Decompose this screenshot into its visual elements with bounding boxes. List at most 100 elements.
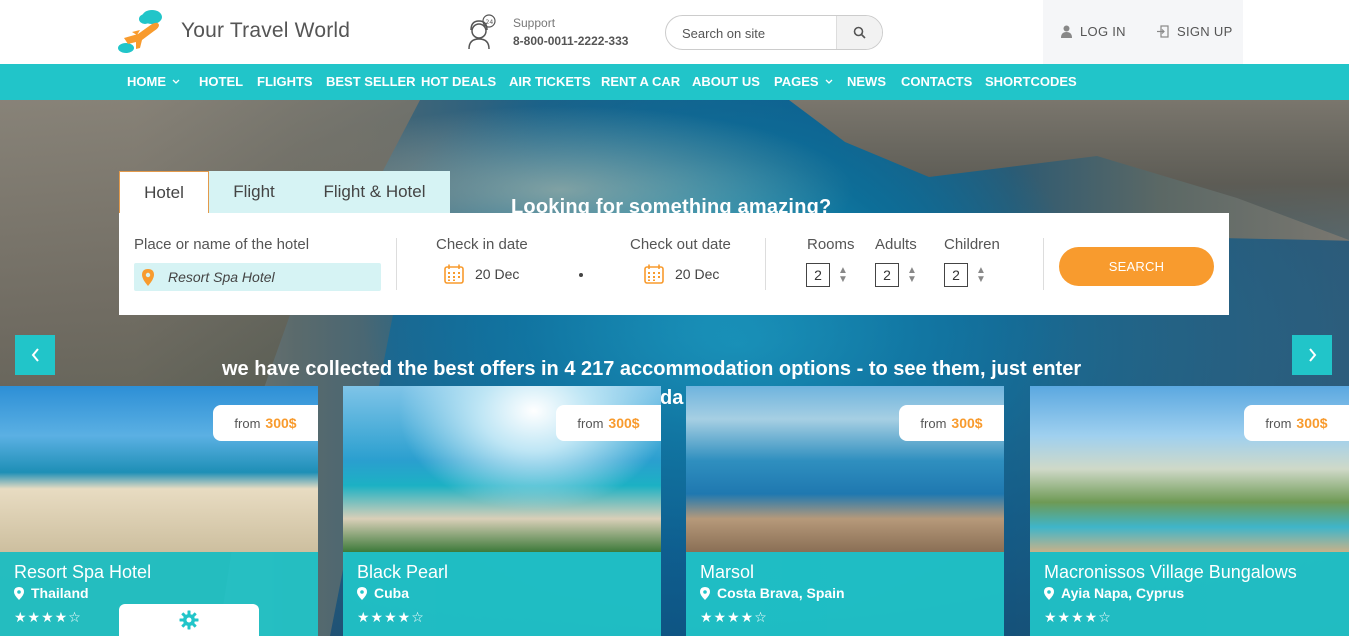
support-phone[interactable]: 8-800-0011-2222-333	[513, 34, 628, 48]
children-value[interactable]: 2	[944, 263, 968, 287]
chevron-right-icon	[1308, 348, 1316, 362]
tab-hotel[interactable]: Hotel	[119, 171, 209, 213]
decrement-arrow-icon[interactable]: ▼	[838, 275, 848, 285]
separator-dot	[579, 273, 583, 277]
rooms-label: Rooms	[807, 236, 855, 253]
sign-in-icon	[1157, 25, 1169, 38]
location-text: Ayia Napa, Cyprus	[1061, 585, 1185, 601]
calendar-icon	[644, 264, 664, 284]
slider-prev-button[interactable]	[15, 335, 55, 375]
nav-item-news[interactable]: NEWS	[847, 74, 886, 89]
star-rating: ★★★★☆	[1044, 609, 1112, 625]
site-search	[665, 15, 883, 50]
chevron-down-icon	[825, 79, 833, 84]
hotel-info: Macronissos Village Bungalows Ayia Napa,…	[1030, 552, 1349, 636]
price-value: 300$	[951, 415, 983, 431]
signup-link[interactable]: SIGN UP	[1157, 24, 1233, 39]
children-stepper[interactable]: 2 ▲ ▼	[944, 263, 986, 287]
hotel-name[interactable]: Macronissos Village Bungalows	[1044, 562, 1297, 583]
nav-item-contacts[interactable]: CONTACTS	[901, 74, 972, 89]
nav-item-home[interactable]: HOME	[127, 74, 180, 89]
nav-item-label: RENT A CAR	[601, 74, 681, 89]
hotel-card[interactable]: from 300$ Marsol Costa Brava, Spain ★★★★☆	[686, 386, 1004, 636]
svg-text:24: 24	[486, 19, 494, 26]
support-label: Support	[513, 16, 556, 30]
checkin-value: 20 Dec	[475, 266, 520, 282]
star-rating: ★★★★☆	[700, 609, 768, 625]
star-rating: ★★★★☆	[357, 609, 425, 625]
calendar-icon	[444, 264, 464, 284]
hero-subtitle: we have collected the best offers in 4 2…	[222, 358, 1082, 380]
hotel-card[interactable]: from 300$ Black Pearl Cuba ★★★★☆	[343, 386, 661, 636]
nav-item-best-seller[interactable]: BEST SELLER	[326, 74, 416, 89]
price-tag: from 300$	[899, 405, 1004, 441]
hotel-card[interactable]: from 300$ Macronissos Village Bungalows A…	[1030, 386, 1349, 636]
main-nav: HOME HOTEL FLIGHTS BEST SELLER HOT DEALS…	[0, 64, 1349, 100]
slider-next-button[interactable]	[1292, 335, 1332, 375]
plane-cloud-logo-icon	[118, 10, 162, 53]
nav-item-flights[interactable]: FLIGHTS	[257, 74, 313, 89]
nav-item-label: PAGES	[774, 74, 819, 89]
hotel-name[interactable]: Black Pearl	[357, 562, 448, 583]
nav-item-air-tickets[interactable]: AIR TICKETS	[509, 74, 591, 89]
hotel-location: Thailand	[14, 585, 89, 601]
nav-item-label: HOT DEALS	[421, 74, 497, 89]
hotel-name[interactable]: Marsol	[700, 562, 754, 583]
price-tag: from 300$	[1244, 405, 1349, 441]
hotel-location: Costa Brava, Spain	[700, 585, 845, 601]
nav-item-rent-a-car[interactable]: RENT A CAR	[601, 74, 680, 89]
site-header: Your Travel World 24 Support 8-800-0011-…	[0, 0, 1349, 64]
location-text: Thailand	[31, 585, 89, 601]
divider	[1043, 238, 1044, 290]
place-input[interactable]: Resort Spa Hotel	[134, 263, 381, 291]
price-prefix: from	[1265, 415, 1292, 431]
nav-item-hot-deals[interactable]: HOT DEALS	[421, 74, 496, 89]
adults-stepper[interactable]: 2 ▲ ▼	[875, 263, 917, 287]
decrement-arrow-icon[interactable]: ▼	[976, 275, 986, 285]
location-text: Costa Brava, Spain	[717, 585, 845, 601]
map-pin-icon	[14, 586, 24, 600]
hero-subtitle-continued: da	[660, 387, 684, 409]
checkin-label: Check in date	[436, 236, 528, 253]
hotel-name[interactable]: Resort Spa Hotel	[14, 562, 151, 583]
nav-item-pages[interactable]: PAGES	[774, 74, 833, 89]
nav-item-label: CONTACTS	[901, 74, 973, 89]
hotel-search-panel: Place or name of the hotel Resort Spa Ho…	[119, 213, 1229, 315]
place-label: Place or name of the hotel	[134, 236, 310, 253]
map-pin-icon	[1044, 586, 1054, 600]
nav-item-label: FLIGHTS	[257, 74, 313, 89]
price-tag: from 300$	[556, 405, 661, 441]
search-button[interactable]: SEARCH	[1059, 247, 1214, 286]
site-search-input[interactable]	[682, 24, 832, 42]
nav-item-hotel[interactable]: HOTEL	[199, 74, 243, 89]
settings-panel-toggle[interactable]	[119, 604, 259, 636]
children-label: Children	[944, 236, 1000, 253]
logo-text: Your Travel World	[181, 19, 351, 42]
rooms-stepper[interactable]: 2 ▲ ▼	[806, 263, 848, 287]
nav-item-label: BEST SELLER	[326, 74, 416, 89]
checkout-field[interactable]: 20 Dec	[644, 264, 719, 284]
map-pin-icon	[700, 586, 710, 600]
price-prefix: from	[920, 415, 947, 431]
map-pin-icon	[142, 268, 154, 286]
tab-flight-hotel[interactable]: Flight & Hotel	[299, 171, 450, 213]
rooms-value[interactable]: 2	[806, 263, 830, 287]
nav-item-about-us[interactable]: ABOUT US	[692, 74, 760, 89]
hotel-info: Black Pearl Cuba ★★★★☆	[343, 552, 661, 636]
nav-item-label: SHORTCODES	[985, 74, 1077, 89]
hotel-card[interactable]: from 300$ Resort Spa Hotel Thailand ★★★★☆	[0, 386, 318, 636]
price-prefix: from	[234, 415, 261, 431]
auth-area: LOG IN SIGN UP	[1043, 0, 1243, 64]
checkout-value: 20 Dec	[675, 266, 720, 282]
login-link[interactable]: LOG IN	[1061, 24, 1126, 39]
decrement-arrow-icon[interactable]: ▼	[907, 275, 917, 285]
checkin-field[interactable]: 20 Dec	[444, 264, 519, 284]
price-value: 300$	[608, 415, 640, 431]
support-block: 24 Support 8-800-0011-2222-333	[464, 14, 628, 50]
tab-flight[interactable]: Flight	[209, 171, 299, 213]
logo[interactable]: Your Travel World	[118, 8, 350, 54]
nav-item-shortcodes[interactable]: SHORTCODES	[985, 74, 1077, 89]
nav-item-label: HOME	[127, 74, 166, 89]
site-search-button[interactable]	[836, 16, 882, 49]
adults-value[interactable]: 2	[875, 263, 899, 287]
